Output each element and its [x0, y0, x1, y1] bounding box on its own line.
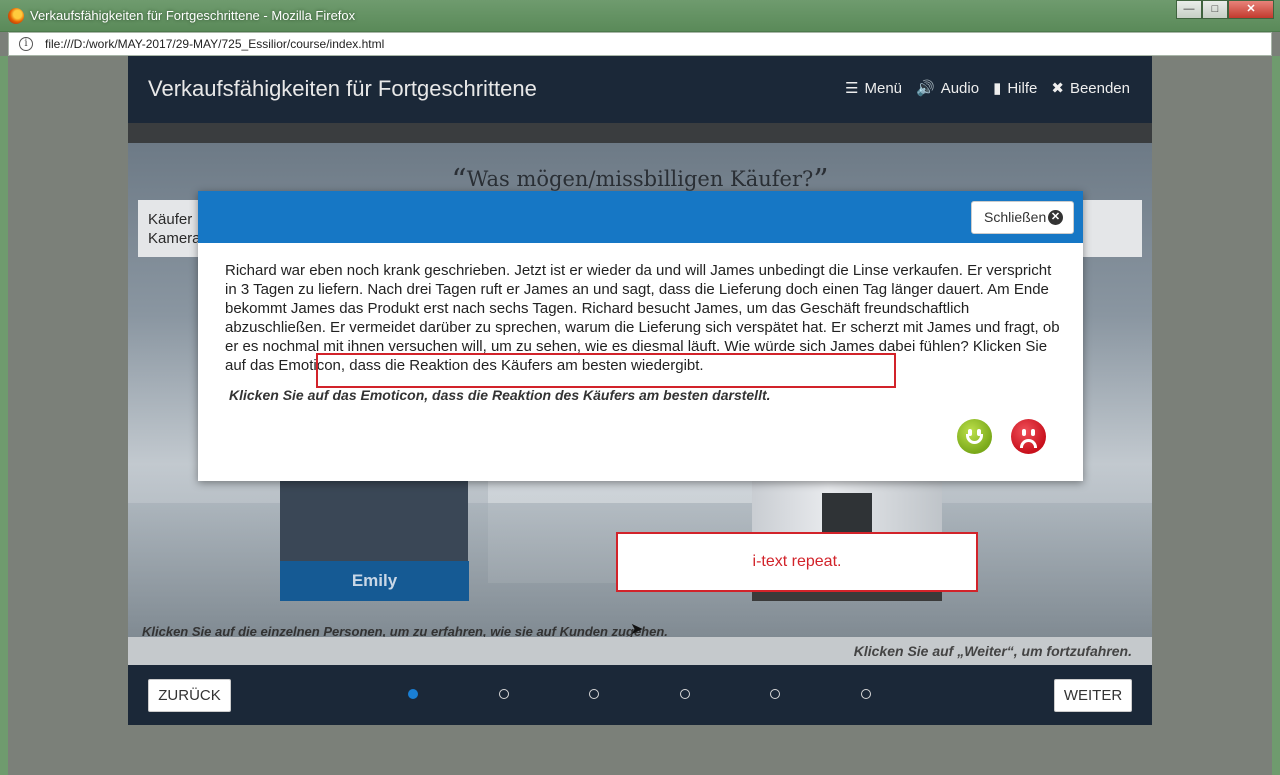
exit-button[interactable]: ✖ Beenden: [1051, 79, 1130, 98]
modal-close-button[interactable]: Schließen ✕: [971, 201, 1074, 234]
address-bar[interactable]: i file:///D:/work/MAY-2017/29-MAY/725_Es…: [8, 32, 1272, 56]
highlight-annotation-box: [316, 353, 896, 388]
help-button[interactable]: ▮ Hilfe: [993, 79, 1038, 98]
window-titlebar: Verkaufsfähigkeiten für Fortgeschrittene…: [0, 0, 1280, 32]
course-title: Verkaufsfähigkeiten für Fortgeschrittene: [148, 76, 537, 101]
list-icon: ☰: [845, 80, 859, 97]
person-emily-button[interactable]: Emily: [280, 561, 469, 601]
menu-label: Menü: [864, 79, 903, 97]
happy-emoticon-icon[interactable]: [957, 419, 992, 454]
scene-instruction: Klicken Sie auf die einzelnen Personen, …: [142, 624, 668, 637]
feedback-modal: Schließen ✕ Richard war eben noch krank …: [198, 191, 1083, 481]
close-icon: ✖: [1051, 80, 1064, 97]
page-dot[interactable]: [408, 689, 418, 699]
page-dot[interactable]: [860, 689, 871, 699]
course-footer: ZURÜCK WEITER: [128, 665, 1152, 725]
speaker-icon: 🔊: [916, 80, 935, 97]
itext-annotation: i-text repeat.: [616, 532, 978, 592]
exit-label: Beenden: [1069, 79, 1130, 97]
sad-emoticon-icon[interactable]: [1011, 419, 1046, 454]
menu-button[interactable]: ☰ Menü: [845, 79, 903, 98]
minimize-button[interactable]: —: [1176, 0, 1202, 19]
window-frame-right: [1272, 56, 1280, 775]
audio-button[interactable]: 🔊 Audio: [916, 79, 980, 98]
weiter-hint-bar: Klicken Sie auf „Weiter“, um fortzufahre…: [128, 637, 1152, 665]
help-label: Hilfe: [1007, 79, 1038, 97]
course-menu: ☰ Menü 🔊 Audio ▮ Hilfe ✖ Beenden: [845, 79, 1130, 98]
window-close-button[interactable]: ✕: [1228, 0, 1274, 19]
page-dot[interactable]: [498, 689, 509, 699]
maximize-button[interactable]: □: [1202, 0, 1228, 19]
window-title: Verkaufsfähigkeiten für Fortgeschrittene…: [30, 8, 356, 23]
audio-label: Audio: [940, 79, 980, 97]
firefox-icon: [8, 8, 24, 24]
close-circle-icon: ✕: [1048, 210, 1063, 225]
document-icon: ▮: [993, 80, 1002, 97]
url-text[interactable]: file:///D:/work/MAY-2017/29-MAY/725_Essi…: [45, 37, 384, 51]
next-button[interactable]: WEITER: [1054, 679, 1132, 712]
course-header: Verkaufsfähigkeiten für Fortgeschrittene…: [128, 56, 1152, 123]
back-button[interactable]: ZURÜCK: [148, 679, 231, 712]
mouse-cursor-icon: ➤: [630, 621, 644, 637]
page-dot[interactable]: [589, 689, 599, 699]
modal-header: Schließen ✕: [198, 191, 1083, 243]
modal-sub-instruction: Klicken Sie auf das Emoticon, dass die R…: [229, 387, 771, 403]
weiter-hint: Klicken Sie auf „Weiter“, um fortzufahre…: [853, 643, 1132, 659]
header-strip: [128, 123, 1152, 143]
window-frame-left: [0, 56, 8, 775]
page-dot[interactable]: [770, 689, 780, 699]
modal-close-label: Schließen: [984, 209, 1047, 225]
page-dot[interactable]: [679, 689, 690, 699]
info-icon[interactable]: i: [19, 37, 33, 51]
page-dots: [408, 689, 871, 701]
